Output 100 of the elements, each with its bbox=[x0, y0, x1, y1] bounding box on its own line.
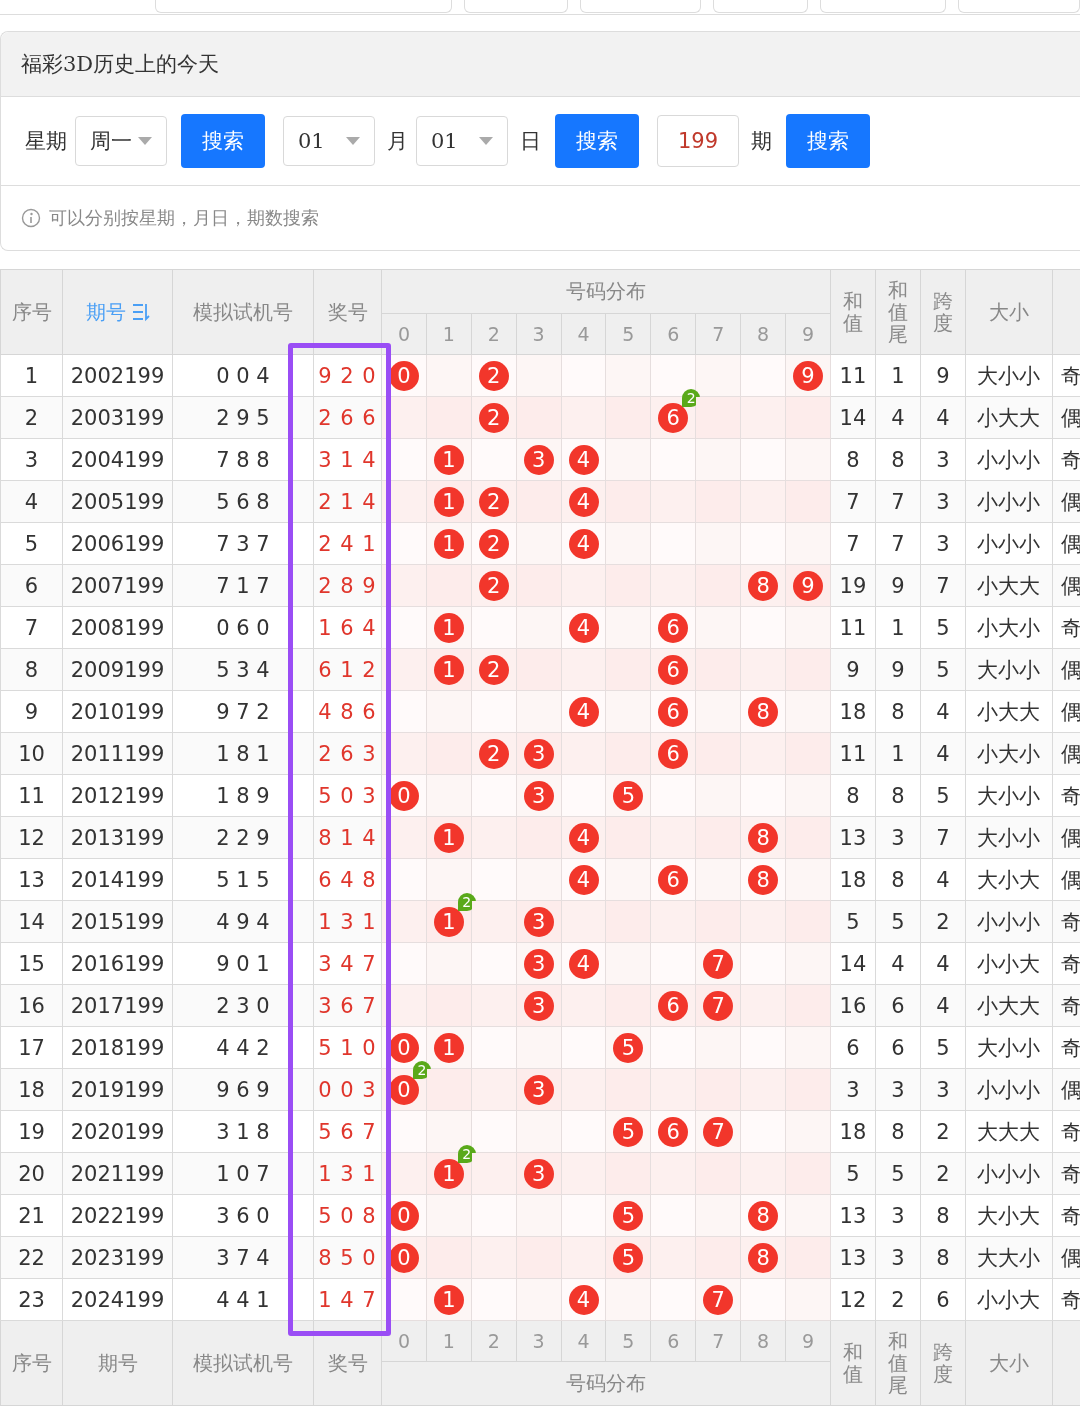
table-cell: 4 9 4 bbox=[172, 900, 314, 943]
table-cell: 13 bbox=[0, 858, 63, 901]
digit-header: 6 bbox=[650, 313, 696, 355]
table-cell: 大大大 bbox=[965, 1110, 1053, 1153]
table-cell: 2014199 bbox=[62, 858, 173, 901]
number-ball: 1 bbox=[433, 1284, 464, 1315]
table-cell: 5 bbox=[0, 522, 63, 565]
column-header: 大小 bbox=[965, 1320, 1053, 1406]
prize-cell: 4 8 6 bbox=[313, 690, 382, 733]
number-ball: 3 bbox=[523, 738, 554, 769]
table-cell: 7 bbox=[920, 564, 966, 607]
table-cell: 21 bbox=[0, 1194, 63, 1237]
digit-header: 1 bbox=[426, 313, 472, 355]
prize-cell: 3 4 7 bbox=[313, 942, 382, 985]
prize-cell: 9 2 0 bbox=[313, 354, 382, 397]
table-cell: 9 bbox=[920, 354, 966, 397]
table-cell: 小小小 bbox=[965, 900, 1053, 943]
input-field[interactable] bbox=[579, 0, 702, 13]
digit-header: 7 bbox=[695, 313, 741, 355]
number-ball: 5 bbox=[613, 1032, 644, 1063]
search-button[interactable]: 搜索 bbox=[181, 114, 265, 168]
field-label: 月 bbox=[387, 128, 408, 155]
issue-input[interactable]: 199 bbox=[657, 115, 739, 167]
number-ball: 8 bbox=[748, 1200, 779, 1231]
number-ball: 6 bbox=[658, 864, 689, 895]
search-button[interactable]: 搜索 bbox=[786, 114, 870, 168]
prize-cell: 1 3 1 bbox=[313, 1152, 382, 1195]
table-cell: 12 bbox=[830, 1278, 876, 1321]
number-ball: 3 bbox=[523, 444, 554, 475]
table-cell: 3 bbox=[875, 816, 921, 859]
table-cell: 9 7 2 bbox=[172, 690, 314, 733]
column-header: 序号 bbox=[0, 269, 63, 355]
digit-header: 8 bbox=[740, 313, 786, 355]
table-cell: 9 6 9 bbox=[172, 1068, 314, 1111]
table-cell: 7 bbox=[875, 480, 921, 523]
table-cell: 3 bbox=[875, 1194, 921, 1237]
input-field[interactable] bbox=[819, 0, 947, 13]
column-header: 大小 bbox=[965, 269, 1053, 355]
input-field[interactable] bbox=[713, 0, 808, 13]
number-ball: 1 bbox=[433, 1032, 464, 1063]
table-cell: 4 bbox=[920, 858, 966, 901]
table-cell: 小大小 bbox=[965, 732, 1053, 775]
table-cell: 8 bbox=[830, 438, 876, 481]
column-header: 序号 bbox=[0, 1320, 63, 1406]
table-cell: 2021199 bbox=[62, 1152, 173, 1195]
input-field[interactable] bbox=[958, 0, 1080, 13]
prize-cell: 1 6 4 bbox=[313, 606, 382, 649]
number-ball: 7 bbox=[703, 1116, 734, 1147]
table-cell: 12 bbox=[0, 816, 63, 859]
dropdown[interactable]: 01 bbox=[416, 116, 508, 166]
table-cell: 16 bbox=[0, 984, 63, 1027]
table-cell: 5 bbox=[920, 774, 966, 817]
table-cell: 小小小 bbox=[965, 480, 1053, 523]
column-header: 和值 bbox=[830, 1320, 876, 1406]
search-button[interactable]: 搜索 bbox=[555, 114, 639, 168]
table-cell: 2004199 bbox=[62, 438, 173, 481]
table-cell: 3 bbox=[920, 522, 966, 565]
digit-header: 7 bbox=[695, 1320, 741, 1362]
number-ball: 4 bbox=[568, 948, 599, 979]
digit-header: 3 bbox=[516, 313, 562, 355]
hint-text: 可以分别按星期，月日，期数搜索 bbox=[49, 206, 319, 230]
table-cell: 8 bbox=[830, 774, 876, 817]
table-cell: 8 bbox=[0, 648, 63, 691]
table-cell: 2012199 bbox=[62, 774, 173, 817]
table-cell: 2015199 bbox=[62, 900, 173, 943]
table-cell: 1 8 1 bbox=[172, 732, 314, 775]
table-cell: 2011199 bbox=[62, 732, 173, 775]
dropdown[interactable]: 01 bbox=[283, 116, 375, 166]
dropdown[interactable]: 周一 bbox=[75, 116, 167, 166]
table-cell: 8 bbox=[875, 438, 921, 481]
table-cell: 2007199 bbox=[62, 564, 173, 607]
table-cell: 小小小 bbox=[965, 522, 1053, 565]
digit-header: 3 bbox=[516, 1320, 562, 1362]
table-cell: 3 bbox=[920, 480, 966, 523]
prize-cell: 5 0 8 bbox=[313, 1194, 382, 1237]
table-cell: 8 bbox=[920, 1194, 966, 1237]
table-cell: 小小大 bbox=[965, 1278, 1053, 1321]
table-cell: 4 bbox=[875, 942, 921, 985]
sort-icon bbox=[131, 301, 150, 322]
digit-header: 5 bbox=[605, 1320, 651, 1362]
table-cell: 3 bbox=[875, 1068, 921, 1111]
table-cell: 7 bbox=[875, 522, 921, 565]
table-cell: 6 bbox=[920, 1278, 966, 1321]
prize-cell: 5 6 7 bbox=[313, 1110, 382, 1153]
table-cell: 4 bbox=[920, 942, 966, 985]
input-field[interactable] bbox=[464, 0, 568, 13]
table-cell: 2013199 bbox=[62, 816, 173, 859]
number-ball: 4 bbox=[568, 444, 599, 475]
number-ball: 6 bbox=[658, 1116, 689, 1147]
digit-header: 4 bbox=[561, 313, 606, 355]
table-cell: 1 bbox=[875, 606, 921, 649]
digit-header: 2 bbox=[471, 313, 517, 355]
table-cell: 2003199 bbox=[62, 396, 173, 439]
number-ball: 3 bbox=[523, 948, 554, 979]
number-ball: 3 bbox=[523, 780, 554, 811]
table-cell: 16 bbox=[830, 984, 876, 1027]
table-cell: 5 3 4 bbox=[172, 648, 314, 691]
number-ball: 1 bbox=[433, 654, 464, 685]
input-field[interactable] bbox=[155, 0, 453, 13]
number-ball: 4 bbox=[568, 1284, 599, 1315]
